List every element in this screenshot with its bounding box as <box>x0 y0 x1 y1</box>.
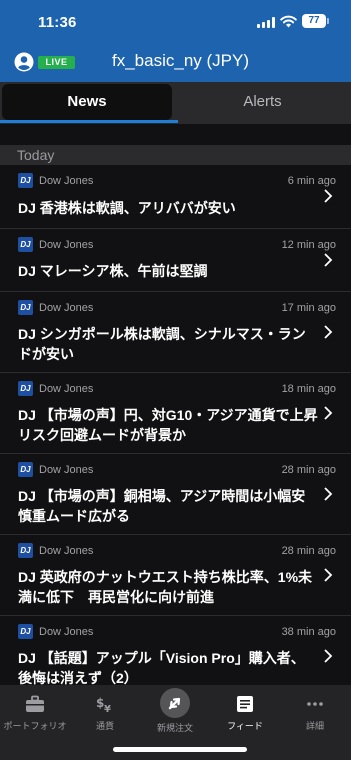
status-time: 11:36 <box>38 14 77 31</box>
news-source: Dow Jones <box>39 383 94 395</box>
news-time: 28 min ago <box>281 464 336 476</box>
chevron-right-icon <box>324 253 333 267</box>
dow-jones-logo: DJ <box>18 300 33 315</box>
wifi-icon <box>280 15 297 28</box>
chevron-right-icon <box>324 487 333 501</box>
svg-text:¥: ¥ <box>104 704 111 713</box>
nav-label: フィード <box>227 721 263 731</box>
news-source: Dow Jones <box>39 175 94 187</box>
briefcase-icon <box>26 695 44 712</box>
news-headline: DJ 【話題】アップル「Vision Pro」購入者、後悔は消えず（2） <box>18 650 305 686</box>
currency-icon: $ ¥ <box>96 696 111 713</box>
status-bar: 11:36 77 <box>0 0 351 44</box>
app-header: 11:36 77 LIVE fx_basic_ny (JPY) <box>0 0 351 82</box>
news-item[interactable]: DJ Dow Jones 38 min ago DJ 【話題】アップル「Visi… <box>0 616 351 686</box>
news-headline: DJ 香港株は軟調、アリババが安い <box>18 200 236 216</box>
tab-bar: News Alerts <box>0 82 351 124</box>
dow-jones-logo: DJ <box>18 173 33 188</box>
news-source: Dow Jones <box>39 464 94 476</box>
news-time: 38 min ago <box>281 626 336 638</box>
nav-label: 通貨 <box>95 721 114 731</box>
tab-alerts[interactable]: Alerts <box>176 84 349 120</box>
news-headline: DJ 【市場の声】銅相場、アジア時間は小幅安 慎重ムード広がる <box>18 488 320 524</box>
news-item[interactable]: DJ Dow Jones 6 min ago DJ 香港株は軟調、アリババが安い <box>0 165 351 229</box>
cellular-signal-icon <box>257 17 275 28</box>
news-headline: DJ マレーシア株、午前は堅調 <box>18 263 208 279</box>
more-icon <box>307 702 323 706</box>
dow-jones-logo: DJ <box>18 237 33 252</box>
chevron-right-icon <box>324 189 333 203</box>
news-headline: DJ 英政府のナットウエスト持ち株比率、1%未満に低下 再民営化に向け前進 <box>18 569 313 605</box>
dow-jones-logo: DJ <box>18 462 33 477</box>
news-item[interactable]: DJ Dow Jones 12 min ago DJ マレーシア株、午前は堅調 <box>0 229 351 292</box>
home-indicator <box>113 747 247 752</box>
nav-label: 詳細 <box>305 721 324 731</box>
news-time: 28 min ago <box>281 545 336 557</box>
nav-label: ポートフォリオ <box>3 721 67 731</box>
nav-currency[interactable]: $ ¥ 通貨 <box>70 685 140 745</box>
new-order-icon <box>168 697 181 710</box>
news-time: 17 min ago <box>281 302 336 314</box>
feed-icon <box>237 696 253 712</box>
news-source: Dow Jones <box>39 239 94 251</box>
account-title[interactable]: fx_basic_ny (JPY) <box>0 51 351 71</box>
news-item[interactable]: DJ Dow Jones 28 min ago DJ 【市場の声】銅相場、アジア… <box>0 454 351 535</box>
news-source: Dow Jones <box>39 545 94 557</box>
news-item[interactable]: DJ Dow Jones 18 min ago DJ 【市場の声】円、対G10・… <box>0 373 351 454</box>
tab-news[interactable]: News <box>2 84 172 120</box>
nav-label: 新規注文 <box>156 723 193 733</box>
active-tab-indicator <box>0 120 178 123</box>
news-source: Dow Jones <box>39 302 94 314</box>
nav-more[interactable]: 詳細 <box>280 685 350 745</box>
nav-portfolio[interactable]: ポートフォリオ <box>0 685 70 745</box>
nav-feed[interactable]: フィード <box>210 685 280 745</box>
dow-jones-logo: DJ <box>18 624 33 639</box>
news-item[interactable]: DJ Dow Jones 17 min ago DJ シンガポール株は軟調、シナ… <box>0 292 351 373</box>
news-item[interactable]: DJ Dow Jones 28 min ago DJ 英政府のナットウエスト持ち… <box>0 535 351 616</box>
chevron-right-icon <box>324 406 333 420</box>
dow-jones-logo: DJ <box>18 381 33 396</box>
section-header-today: Today <box>0 145 351 165</box>
chevron-right-icon <box>324 568 333 582</box>
dow-jones-logo: DJ <box>18 543 33 558</box>
new-order-button[interactable] <box>160 688 190 718</box>
news-source: Dow Jones <box>39 626 94 638</box>
news-time: 18 min ago <box>281 383 336 395</box>
news-headline: DJ シンガポール株は軟調、シナルマス・ランドが安い <box>18 326 306 362</box>
chevron-right-icon <box>324 649 333 663</box>
battery-icon: 77 <box>302 14 329 28</box>
news-time: 6 min ago <box>287 175 336 187</box>
news-time: 12 min ago <box>281 239 336 251</box>
news-headline: DJ 【市場の声】円、対G10・アジア通貨で上昇 リスク回避ムードが背景か <box>18 407 332 443</box>
chevron-right-icon <box>324 325 333 339</box>
